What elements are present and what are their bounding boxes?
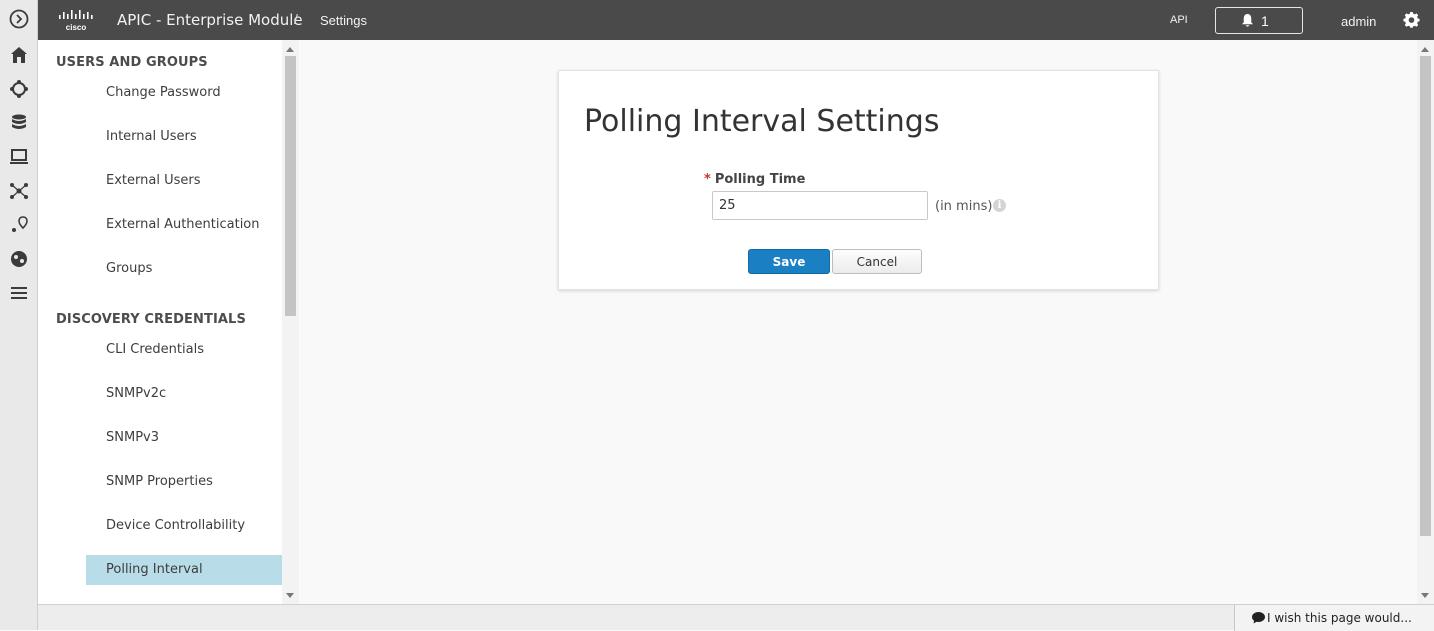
api-link[interactable]: API [1170, 14, 1188, 26]
sidebar-item-polling-interval[interactable]: Polling Interval [86, 555, 282, 585]
breadcrumb-page: Settings [320, 13, 367, 28]
home-icon[interactable] [8, 44, 30, 66]
card-title: Polling Interval Settings [584, 104, 940, 139]
scroll-up-arrow-icon[interactable] [286, 47, 294, 52]
sidebar-item-snmpv3[interactable]: SNMPv3 [86, 423, 282, 453]
scroll-down-arrow-icon[interactable] [286, 593, 294, 598]
gear-icon[interactable] [1403, 11, 1420, 29]
polling-time-label-text: Polling Time [714, 172, 806, 187]
info-icon[interactable]: i [993, 199, 1006, 212]
main-scroll-up-arrow-icon[interactable] [1421, 47, 1429, 52]
unit-label: (in mins) [935, 199, 993, 214]
bell-icon [1241, 13, 1254, 27]
section-title-users-groups: USERS AND GROUPS [56, 55, 208, 70]
topology-icon[interactable] [8, 78, 30, 100]
sidebar-scrollbar[interactable] [282, 40, 299, 604]
polling-time-label: * Polling Time [704, 172, 805, 187]
sidebar-item-snmpv2c[interactable]: SNMPv2c [86, 379, 282, 409]
feedback-button[interactable]: I wish this page would... [1234, 605, 1434, 631]
sidebar-item-external-authentication[interactable]: External Authentication [86, 210, 282, 240]
database-icon[interactable] [8, 112, 30, 134]
dashboard-icon[interactable] [8, 248, 30, 270]
main-scroll-thumb[interactable] [1420, 56, 1431, 536]
location-icon[interactable] [8, 214, 30, 236]
app-title: APIC - Enterprise Module [117, 11, 303, 29]
main-scroll-down-arrow-icon[interactable] [1421, 593, 1429, 598]
device-icon[interactable] [8, 146, 30, 168]
polling-time-input[interactable] [712, 191, 928, 220]
feedback-text: I wish this page would... [1267, 611, 1412, 625]
expand-icon[interactable] [8, 8, 30, 30]
sidebar-item-internal-users[interactable]: Internal Users [86, 122, 282, 152]
save-button[interactable]: Save [748, 249, 830, 274]
settings-sidebar: USERS AND GROUPS Change Password Interna… [38, 40, 299, 604]
cancel-button[interactable]: Cancel [832, 249, 922, 274]
notifications-button[interactable]: 1 [1215, 7, 1303, 34]
cisco-logo[interactable]: cisco [56, 9, 100, 33]
icon-rail [0, 0, 38, 630]
menu-icon[interactable] [8, 282, 30, 304]
section-title-discovery-credentials: DISCOVERY CREDENTIALS [56, 312, 246, 327]
sidebar-item-groups[interactable]: Groups [86, 254, 282, 284]
sidebar-item-change-password[interactable]: Change Password [86, 78, 282, 108]
sidebar-item-snmp-properties[interactable]: SNMP Properties [86, 467, 282, 497]
polling-interval-card: Polling Interval Settings * Polling Time … [558, 70, 1159, 290]
footer-bar: I wish this page would... [38, 604, 1434, 631]
breadcrumb-separator: / [294, 11, 298, 27]
main-scrollbar[interactable] [1417, 40, 1434, 604]
sidebar-item-device-controllability[interactable]: Device Controllability [86, 511, 282, 541]
logo-text: cisco [66, 23, 87, 32]
network-icon[interactable] [8, 180, 30, 202]
sidebar-scroll-thumb[interactable] [285, 56, 296, 316]
notification-count: 1 [1261, 13, 1269, 29]
required-marker: * [704, 172, 711, 187]
sidebar-item-cli-credentials[interactable]: CLI Credentials [86, 335, 282, 365]
user-menu[interactable]: admin [1341, 14, 1376, 29]
speech-bubble-icon [1252, 612, 1265, 624]
sidebar-item-external-users[interactable]: External Users [86, 166, 282, 196]
top-header: cisco APIC - Enterprise Module / Setting… [38, 0, 1434, 40]
